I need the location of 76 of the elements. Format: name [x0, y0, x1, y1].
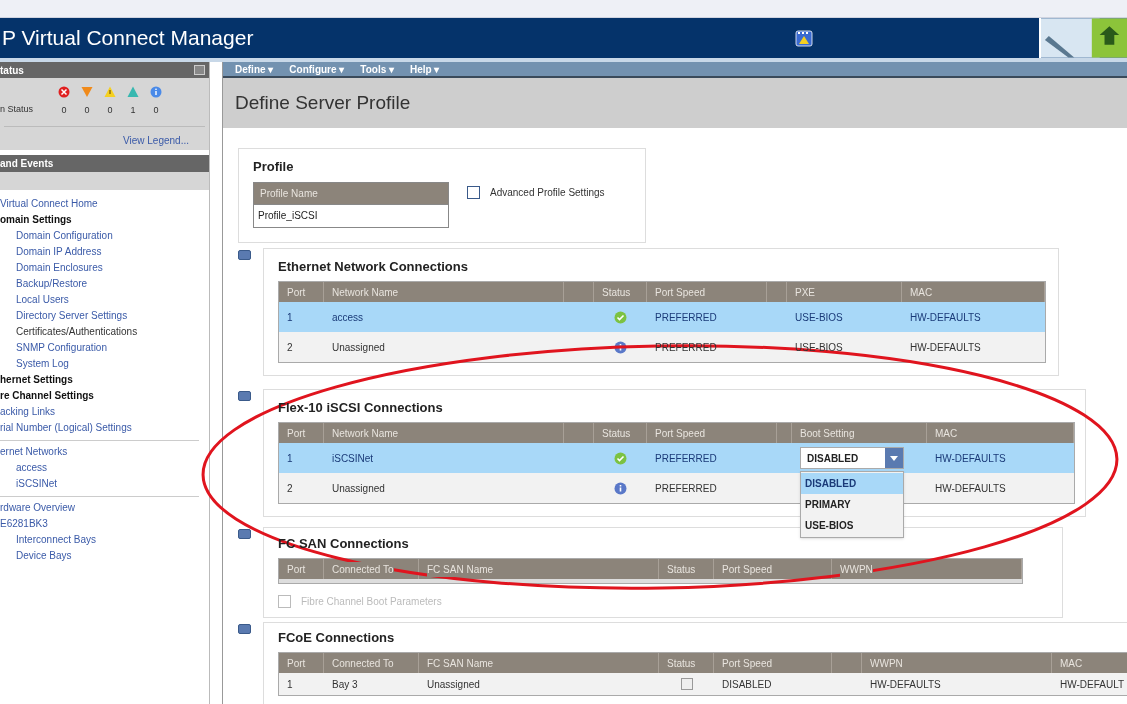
- table-cell-text: 1: [287, 310, 293, 325]
- table-row[interactable]: 1 access PREFERRED USE-BIOS HW-DEFAULTS: [279, 302, 1045, 332]
- nav-link[interactable]: Domain Enclosures: [16, 262, 103, 273]
- table-cell-text: 1: [287, 677, 293, 692]
- table-row[interactable]: 1 Bay 3 Unassigned DISABLED HW-DEFAULTS HW-DEFAULT: [279, 673, 1127, 695]
- collapse-icon[interactable]: [238, 250, 251, 260]
- table-cell-text: HW-DEFAULTS: [935, 451, 1006, 466]
- nav-link[interactable]: rial Number (Logical) Settings: [0, 422, 132, 433]
- table-cell-text: HW-DEFAULTS: [910, 310, 981, 325]
- dropdown-option[interactable]: USE-BIOS: [801, 515, 903, 536]
- nav-link[interactable]: SNMP Configuration: [16, 342, 107, 353]
- section-title: Ethernet Network Connections: [278, 258, 468, 276]
- panel-title: tatus: [0, 63, 24, 78]
- count-label: 1: [130, 104, 136, 117]
- table-cell-text: Bay 3: [332, 677, 358, 692]
- nav-link[interactable]: Interconnect Bays: [16, 534, 97, 545]
- count-label: 0: [61, 104, 67, 117]
- nav-heading[interactable]: omain Settings: [0, 214, 72, 225]
- table-cell-text: PREFERRED: [655, 481, 717, 496]
- nav-link[interactable]: Domain IP Address: [16, 246, 102, 257]
- table-cell-text: USE-BIOS: [795, 310, 843, 325]
- field-label: Profile Name: [253, 181, 449, 205]
- caret-icon[interactable]: [885, 448, 903, 468]
- section-title: Profile: [253, 158, 295, 176]
- checkbox[interactable]: [467, 186, 480, 199]
- table-cell-text: PREFERRED: [655, 310, 717, 325]
- nav-link[interactable]: Device Bays: [16, 550, 72, 561]
- table-cell-text: HW-DEFAULTS: [935, 481, 1006, 496]
- table-cell-text: Unassigned: [332, 340, 385, 355]
- table-cell-text: USE-BIOS: [795, 340, 843, 355]
- table-cell-text: access: [332, 310, 364, 325]
- nav-heading[interactable]: hernet Settings: [0, 374, 73, 385]
- collapse-icon[interactable]: [238, 391, 251, 401]
- status-label: n Status: [0, 103, 35, 116]
- table-cell-text: 2: [287, 340, 293, 355]
- boot-setting-dropdown[interactable]: DISABLED: [800, 447, 904, 469]
- checkbox-label: Advanced Profile Settings: [490, 186, 605, 200]
- table-cell-text: HW-DEFAULTS: [870, 677, 941, 692]
- nav-link[interactable]: access: [16, 462, 48, 473]
- count-label: 0: [107, 104, 113, 117]
- nav-link[interactable]: Domain Configuration: [16, 230, 113, 241]
- checkbox-label: Fibre Channel Boot Parameters: [301, 595, 442, 609]
- nav-link[interactable]: iSCSINet: [16, 478, 58, 489]
- table-cell-text: HW-DEFAULTS: [910, 340, 981, 355]
- dropdown-value: DISABLED: [806, 451, 860, 466]
- profile-name-field[interactable]: Profile_iSCSI: [253, 204, 449, 228]
- section-title: Flex-10 iSCSI Connections: [278, 399, 443, 417]
- nav-link[interactable]: rdware Overview: [0, 502, 76, 513]
- app-title: P Virtual Connect Manager: [1, 25, 254, 52]
- nav-link[interactable]: System Log: [16, 358, 69, 369]
- table-cell-text: 2: [287, 481, 293, 496]
- nav-link[interactable]: Virtual Connect Home: [0, 198, 98, 209]
- table-cell-text: DISABLED: [722, 677, 772, 692]
- view-legend-link[interactable]: View Legend...: [123, 132, 189, 148]
- alert-icon[interactable]: [795, 29, 813, 47]
- nav-heading[interactable]: re Channel Settings: [0, 390, 94, 401]
- table-cell-text: Unassigned: [427, 677, 480, 692]
- nav-link[interactable]: Local Users: [16, 294, 69, 305]
- table-cell-text: iSCSINet: [332, 451, 374, 466]
- nav-link[interactable]: Backup/Restore: [16, 278, 88, 289]
- table-cell-text: Unassigned: [332, 481, 385, 496]
- count-label: 0: [153, 104, 159, 117]
- section-title: FCoE Connections: [278, 629, 395, 647]
- page-title: Define Server Profile: [235, 90, 411, 115]
- table-cell-text: PREFERRED: [655, 451, 717, 466]
- table-cell-text: 1: [287, 451, 293, 466]
- nav-link[interactable]: Directory Server Settings: [16, 310, 128, 321]
- table-cell-text: HW-DEFAULT: [1060, 677, 1125, 692]
- collapse-icon[interactable]: [238, 529, 251, 539]
- count-label: 0: [84, 104, 90, 117]
- nav-link[interactable]: acking Links: [0, 406, 56, 417]
- nav-link[interactable]: ernet Networks: [0, 446, 68, 457]
- dropdown-option[interactable]: DISABLED: [801, 473, 903, 494]
- nav-link[interactable]: E6281BK3: [0, 518, 48, 529]
- panel-title: and Events: [0, 157, 54, 171]
- collapse-icon[interactable]: [238, 624, 251, 634]
